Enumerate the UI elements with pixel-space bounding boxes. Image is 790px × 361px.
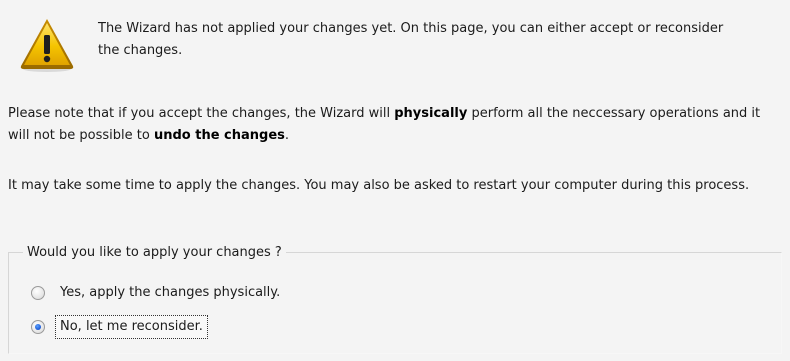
radio-no-reconsider[interactable]: No, let me reconsider. [31,315,208,339]
note-text-part: Please note that if you accept the chang… [8,106,395,121]
radio-yes-apply[interactable]: Yes, apply the changes physically. [31,281,285,305]
radio-no-label[interactable]: No, let me reconsider. [55,315,208,339]
note-bold-undo: undo the changes [153,128,285,143]
group-legend: Would you like to apply your changes ? [23,243,286,263]
wizard-apply-changes-page: The Wizard has not applied your changes … [0,0,790,361]
note-text-part: . [284,128,290,143]
accept-warning-text: Please note that if you accept the chang… [8,103,784,147]
radio-button-unchecked[interactable] [31,286,45,300]
restart-info-text: It may take some time to apply the chang… [8,178,750,193]
note-bold-physically: physically [394,106,468,121]
radio-button-checked[interactable] [31,320,45,334]
radio-yes-label[interactable]: Yes, apply the changes physically. [55,281,285,305]
intro-text: The Wizard has not applied your changes … [98,21,724,58]
apply-changes-group: Would you like to apply your changes ? Y… [8,243,782,354]
warning-icon [20,19,74,72]
